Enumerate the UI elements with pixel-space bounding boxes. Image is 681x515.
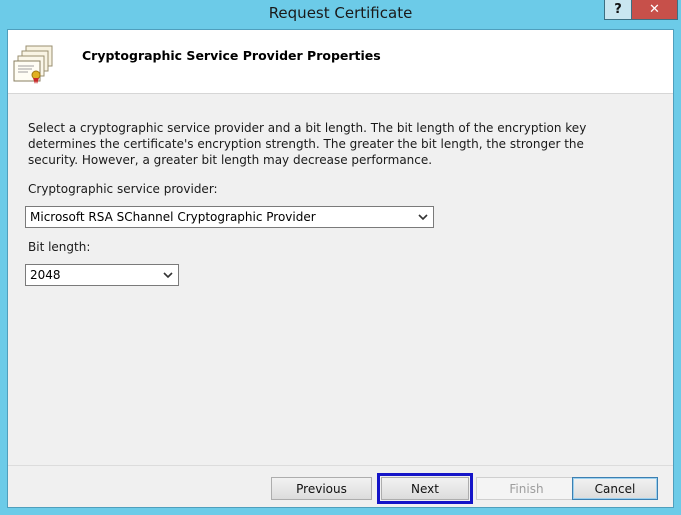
provider-select[interactable]: Microsoft RSA SChannel Cryptographic Pro… xyxy=(25,206,434,228)
certificate-icon xyxy=(13,45,53,84)
footer-divider xyxy=(8,465,673,466)
next-button[interactable]: Next xyxy=(377,473,473,504)
window-title: Request Certificate xyxy=(268,4,413,22)
close-icon: ✕ xyxy=(649,2,660,17)
cancel-button[interactable]: Cancel xyxy=(572,477,658,500)
chevron-down-icon xyxy=(163,272,173,279)
help-icon: ? xyxy=(614,2,622,17)
bitlength-select-value: 2048 xyxy=(30,268,61,282)
finish-button[interactable]: Finish xyxy=(476,477,577,500)
page-title: Cryptographic Service Provider Propertie… xyxy=(82,48,381,63)
help-button[interactable]: ? xyxy=(604,0,632,20)
bitlength-label: Bit length: xyxy=(28,240,91,254)
provider-select-value: Microsoft RSA SChannel Cryptographic Pro… xyxy=(30,210,316,224)
dialog-window: Request Certificate ? ✕ Cryptographic Se… xyxy=(0,0,681,515)
provider-label: Cryptographic service provider: xyxy=(28,182,218,196)
title-bar[interactable]: Request Certificate ? ✕ xyxy=(0,0,681,28)
wizard-header: Cryptographic Service Provider Propertie… xyxy=(8,30,673,94)
bitlength-select[interactable]: 2048 xyxy=(25,264,179,286)
close-button[interactable]: ✕ xyxy=(631,0,678,20)
chevron-down-icon xyxy=(418,214,428,221)
description-text: Select a cryptographic service provider … xyxy=(28,121,587,167)
previous-button[interactable]: Previous xyxy=(271,477,372,500)
dialog-client-area: Cryptographic Service Provider Propertie… xyxy=(7,29,674,508)
